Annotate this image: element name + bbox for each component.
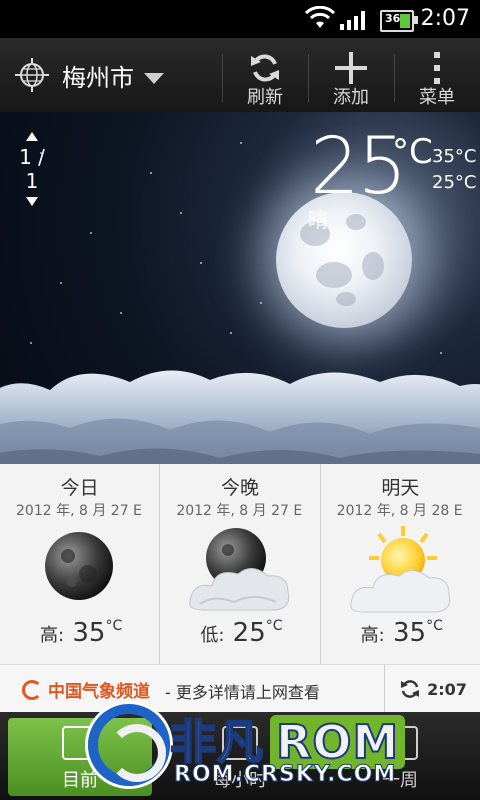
- watermark-rom-text: ROM: [270, 714, 406, 770]
- forecast-temp-value: 35: [393, 618, 427, 648]
- high-temperature: 35°C: [432, 146, 477, 167]
- watermark-ring-icon: [88, 704, 170, 786]
- chevron-down-icon: [144, 72, 164, 84]
- forecast-temp-unit: °C: [426, 618, 443, 634]
- forecast-temp-label: 高:: [40, 625, 65, 646]
- plus-icon: [335, 52, 367, 84]
- forecast-panel: 今日 2012 年, 8 月 27 E 高: 35°C 今晚 2012 年, 8…: [0, 464, 480, 664]
- add-label: 添加: [333, 87, 369, 108]
- watermark-url: ROM.CRSKY.COM: [173, 762, 397, 788]
- forecast-title: 明天: [381, 477, 420, 499]
- moon-image: [276, 192, 412, 328]
- low-temperature: 25°C: [432, 172, 477, 193]
- forecast-title: 今晚: [220, 477, 259, 499]
- watermark-logo: 非凡 ROM ROM.CRSKY.COM: [88, 700, 418, 800]
- refresh-label: 刷新: [247, 87, 283, 108]
- temperature-unit: °C: [392, 132, 433, 172]
- forecast-temp-label: 低:: [200, 625, 225, 646]
- arrow-up-icon: [26, 132, 38, 141]
- refresh-icon: [251, 54, 279, 82]
- swirl-icon: [22, 679, 42, 700]
- sync-icon: [401, 680, 420, 698]
- arrow-down-icon: [26, 197, 38, 206]
- forecast-tonight[interactable]: 今晚 2012 年, 8 月 27 E 低: 25°C: [160, 464, 321, 664]
- battery-icon: 36: [380, 10, 418, 32]
- menu-button[interactable]: 菜单: [394, 38, 480, 112]
- location-title: 梅州市: [62, 63, 134, 92]
- refresh-button[interactable]: 刷新: [222, 38, 308, 112]
- forecast-date: 2012 年, 8 月 27 E: [16, 503, 142, 519]
- forecast-date: 2012 年, 8 月 27 E: [176, 503, 303, 519]
- action-bar: 梅州市 刷新 添加 菜单: [0, 38, 480, 113]
- watermark-brand-text: 非凡: [169, 714, 264, 770]
- weather-condition: 晴: [308, 208, 328, 232]
- clouds-image: [0, 370, 480, 464]
- signal-icon: [340, 11, 365, 30]
- provider-name: 中国气象频道: [48, 682, 150, 702]
- status-bar: 36 2:07: [0, 0, 480, 38]
- forecast-today[interactable]: 今日 2012 年, 8 月 27 E 高: 35°C: [0, 464, 161, 664]
- forecast-tomorrow[interactable]: 明天 2012 年, 8 月 28 E 高: 35°C: [321, 464, 480, 664]
- updated-time: 2:07: [427, 679, 467, 699]
- moon-icon: [45, 532, 113, 600]
- status-time: 2:07: [420, 6, 470, 31]
- current-weather-panel[interactable]: 1 / 1 25 °C 35°C 25°C 晴: [0, 112, 480, 464]
- wifi-icon: [305, 6, 335, 28]
- forecast-date: 2012 年, 8 月 28 E: [336, 503, 463, 519]
- page-indicator[interactable]: 1 / 1: [12, 132, 52, 206]
- location-selector[interactable]: 梅州市: [14, 38, 164, 112]
- forecast-temp-unit: °C: [265, 618, 283, 634]
- add-button[interactable]: 添加: [308, 38, 394, 112]
- forecast-temperature: 高: 35°C: [40, 618, 122, 648]
- forecast-title: 今日: [60, 477, 99, 499]
- menu-label: 菜单: [419, 87, 455, 108]
- forecast-temperature: 低: 25°C: [200, 618, 282, 648]
- overflow-menu-icon: [434, 52, 440, 84]
- forecast-temp-value: 25: [232, 618, 266, 648]
- forecast-temp-label: 高:: [360, 625, 385, 646]
- forecast-temp-unit: °C: [105, 618, 123, 634]
- forecast-temperature: 高: 35°C: [361, 618, 443, 648]
- current-temperature: 25: [310, 122, 407, 212]
- battery-level: 36: [385, 12, 401, 25]
- page-number: 1 / 1: [19, 145, 45, 193]
- globe-icon: [15, 58, 49, 92]
- forecast-temp-value: 35: [72, 618, 106, 648]
- provider-logo[interactable]: 中国气象频道: [22, 677, 150, 702]
- moon-cloud-icon: [189, 528, 290, 611]
- sun-cloud-icon: [349, 526, 450, 613]
